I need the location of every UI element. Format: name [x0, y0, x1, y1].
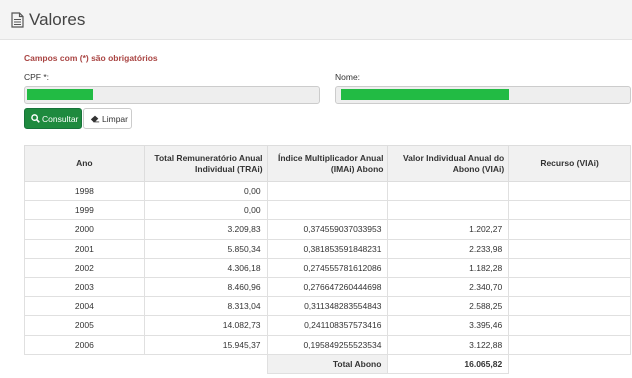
cell-ano: 2004 — [24, 296, 145, 317]
cpf-field[interactable] — [24, 86, 320, 104]
total-label: Total Abono — [266, 353, 389, 374]
cell-recurso — [508, 200, 631, 221]
cell-recurso — [508, 296, 631, 317]
cell-viai: 3.395,46 — [387, 315, 510, 336]
header-ano: Ano — [24, 145, 145, 182]
cell-imai: 0,374559037033953 — [266, 219, 389, 240]
cell-viai: 3.122,88 — [387, 334, 510, 355]
cell-imai: 0,276647260444698 — [266, 276, 389, 298]
cell-recurso — [508, 238, 631, 259]
search-icon — [31, 114, 40, 123]
cell-ano: 2000 — [24, 219, 145, 240]
consultar-label: Consultar — [42, 113, 79, 124]
cell-imai: 0,381853591848231 — [266, 238, 389, 259]
cell-imai: 0,311348283554843 — [266, 296, 389, 317]
limpar-label: Limpar — [102, 113, 128, 124]
table-row: 2004 8.313,04 0,311348283554843 2.588,25 — [24, 296, 631, 317]
cell-viai: 1.202,27 — [387, 219, 510, 240]
document-icon — [11, 12, 24, 28]
consultar-button[interactable]: Consultar — [24, 108, 82, 129]
table-row: 2001 5.850,34 0,381853591848231 2.233,98 — [24, 238, 631, 259]
cell-recurso — [508, 334, 631, 355]
total-blank-cell — [25, 354, 145, 373]
eraser-icon — [90, 115, 100, 122]
valores-table: Ano Total Remuneratório Anual Individual… — [24, 145, 631, 374]
header-viai: Valor Individual Anual do Abono (VIAi) — [387, 145, 510, 182]
limpar-button[interactable]: Limpar — [83, 108, 132, 129]
cell-trai: 0,00 — [143, 200, 268, 221]
table-header-row: Ano Total Remuneratório Anual Individual… — [24, 145, 631, 182]
cell-recurso — [508, 315, 631, 336]
cell-imai — [266, 200, 389, 221]
cell-ano: 2002 — [24, 257, 145, 278]
cell-recurso — [508, 219, 631, 240]
table-row: 2002 4.306,18 0,274555781612086 1.182,28 — [24, 257, 631, 278]
table-row: 1999 0,00 — [24, 200, 631, 221]
cell-imai: 0,274555781612086 — [266, 257, 389, 278]
required-fields-note: Campos com (*) são obrigatórios — [24, 53, 158, 63]
header-trai: Total Remuneratório Anual Individual (TR… — [143, 145, 268, 182]
cell-ano: 2006 — [24, 334, 145, 355]
cell-imai — [266, 180, 389, 202]
cell-viai: 2.233,98 — [387, 238, 510, 259]
cell-recurso — [508, 257, 631, 278]
cpf-label: CPF *: — [24, 72, 50, 82]
cell-ano: 2001 — [24, 238, 145, 259]
cell-ano: 2005 — [24, 315, 145, 336]
cell-trai: 3.209,83 — [143, 219, 268, 240]
cell-trai: 5.850,34 — [143, 238, 268, 259]
nome-label: Nome: — [335, 72, 361, 82]
header-imai: Índice Multiplicador Anual (IMAi) Abono — [266, 145, 389, 182]
header-recurso: Recurso (VIAi) — [508, 145, 631, 182]
nome-field[interactable] — [335, 86, 631, 104]
cell-ano: 1999 — [24, 200, 145, 221]
cell-recurso — [508, 180, 631, 202]
table-row: 2006 15.945,37 0,195849255523534 3.122,88 — [24, 334, 631, 355]
cell-trai: 4.306,18 — [143, 257, 268, 278]
total-row: Total Abono 16.065,82 — [25, 353, 631, 374]
cell-viai — [387, 200, 510, 221]
table-row: 2003 8.460,96 0,276647260444698 2.340,70 — [24, 276, 631, 298]
total-blank-cell — [509, 354, 631, 373]
cell-ano: 1998 — [24, 180, 145, 202]
total-blank-cell — [144, 354, 267, 373]
cell-trai: 14.082,73 — [143, 315, 268, 336]
total-value: 16.065,82 — [387, 353, 510, 374]
cell-viai: 2.588,25 — [387, 296, 510, 317]
table-row: 2000 3.209,83 0,374559037033953 1.202,27 — [24, 219, 631, 240]
table-row: 1998 0,00 — [24, 180, 631, 202]
cell-imai: 0,195849255523534 — [266, 334, 389, 355]
cell-recurso — [508, 276, 631, 298]
cell-trai: 8.313,04 — [143, 296, 268, 317]
cell-trai: 0,00 — [143, 180, 268, 202]
cell-viai: 2.340,70 — [387, 276, 510, 298]
cell-imai: 0,241108357573416 — [266, 315, 389, 336]
cell-ano: 2003 — [24, 276, 145, 298]
table-row: 2005 14.082,73 0,241108357573416 3.395,46 — [24, 315, 631, 336]
cpf-redaction-mask — [27, 89, 93, 100]
page-title: Valores — [29, 10, 86, 29]
cell-trai: 8.460,96 — [143, 276, 268, 298]
cell-trai: 15.945,37 — [143, 334, 268, 355]
nome-redaction-mask — [341, 89, 509, 100]
cell-viai: 1.182,28 — [387, 257, 510, 278]
page-header: Valores — [0, 0, 632, 40]
cell-viai — [387, 180, 510, 202]
